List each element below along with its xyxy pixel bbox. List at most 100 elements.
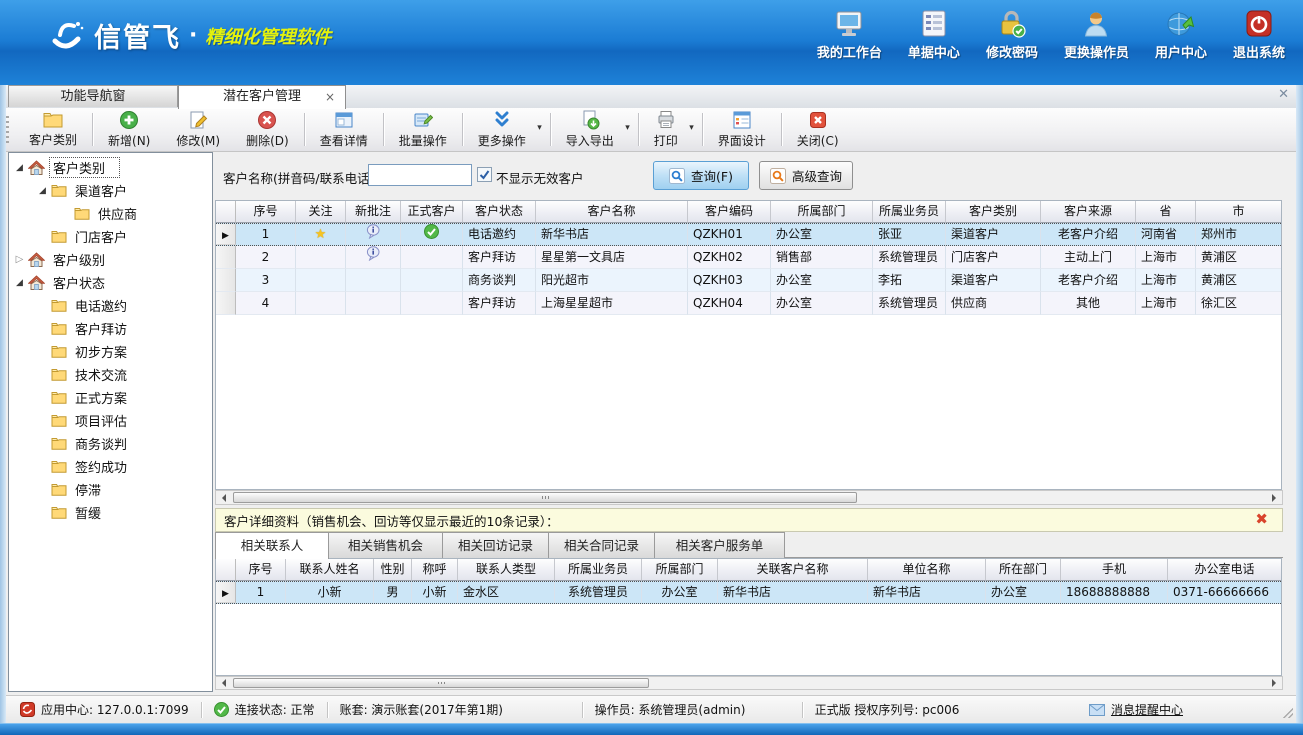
detail-tab-contract-records[interactable]: 相关合同记录 [548,532,655,558]
scroll-track[interactable] [231,677,1267,689]
cell-city[interactable]: 黄浦区 [1196,269,1282,292]
toolbar-grip[interactable] [6,116,9,143]
tree-item-9[interactable]: 技术交流 [9,363,212,386]
column-header-dept[interactable]: 所属部门 [771,201,873,223]
row-indicator[interactable]: ▶ [216,224,236,245]
toolbar-close-button[interactable]: 关闭(C) [784,108,852,151]
tab-potential-customer-mgmt[interactable]: 潜在客户管理 × [178,85,346,109]
cell-cname[interactable]: 小新 [286,582,374,603]
cell-salesman[interactable]: 系统管理员 [873,246,946,269]
header-action-change-password[interactable]: 修改密码 [986,10,1038,61]
toolbar-ui-design-button[interactable]: 界面设计 [705,108,779,151]
cell-code[interactable]: QZKH04 [688,292,771,315]
cell-code[interactable]: QZKH01 [688,224,771,245]
column-header-title[interactable]: 称呼 [412,559,458,581]
cell-dept[interactable]: 办公室 [771,269,873,292]
tree-item-12[interactable]: 商务谈判 [9,432,212,455]
cell-dept[interactable]: 办公室 [642,582,718,603]
column-header-seq[interactable]: 序号 [236,559,286,581]
cell-office[interactable]: 0371-66666666 [1168,582,1282,603]
scroll-left-arrow-icon[interactable] [216,491,231,504]
cell-status[interactable]: 客户拜访 [463,246,536,269]
cell-mobile[interactable]: 18688888888 [1061,582,1168,603]
customer-row-2[interactable]: 2客户拜访星星第一文具店QZKH02销售部系统管理员门店客户主动上门上海市黄浦区 [216,246,1281,269]
customer-name-input[interactable] [368,164,472,186]
tree-expander-icon[interactable]: ◢ [36,186,49,196]
message-center-link[interactable]: 消息提醒中心 [1077,702,1195,718]
cell-customer[interactable]: 新华书店 [718,582,868,603]
column-header-dept[interactable]: 所属部门 [642,559,718,581]
cell-seq[interactable]: 4 [236,292,296,315]
tree-item-2[interactable]: 供应商 [9,202,212,225]
column-header-source[interactable]: 客户来源 [1041,201,1136,223]
detail-tab-contacts[interactable]: 相关联系人 [215,532,329,559]
tree-item-15[interactable]: 暂缓 [9,501,212,524]
cell-status[interactable]: 商务谈判 [463,269,536,292]
scroll-track[interactable] [231,491,1267,504]
cell-code[interactable]: QZKH03 [688,269,771,292]
column-header-department[interactable]: 所在部门 [986,559,1061,581]
toolbar-batch-button[interactable]: 批量操作 [386,108,460,151]
cell-formal[interactable] [401,269,463,292]
column-header-star[interactable]: 关注 [296,201,346,223]
cell-title[interactable]: 小新 [412,582,458,603]
tree-item-4[interactable]: ▷客户级别 [9,248,212,271]
cell-seq[interactable]: 3 [236,269,296,292]
cell-salesman[interactable]: 系统管理员 [873,292,946,315]
cell-name[interactable]: 新华书店 [536,224,688,245]
cell-salesman[interactable]: 张亚 [873,224,946,245]
cell-category[interactable]: 渠道客户 [946,269,1041,292]
cell-dept[interactable]: 办公室 [771,292,873,315]
cell-source[interactable]: 其他 [1041,292,1136,315]
resize-grip[interactable] [1283,708,1293,718]
cell-city[interactable]: 徐汇区 [1196,292,1282,315]
column-header-company[interactable]: 单位名称 [868,559,986,581]
toolbar-add-button[interactable]: 新增(N) [95,108,163,151]
tree-item-8[interactable]: 初步方案 [9,340,212,363]
cell-formal[interactable] [401,292,463,315]
row-indicator[interactable]: ▶ [216,582,236,603]
detail-tab-sales-opportunities[interactable]: 相关销售机会 [328,532,443,558]
column-header-salesman[interactable]: 所属业务员 [873,201,946,223]
detail-tab-visit-records[interactable]: 相关回访记录 [442,532,549,558]
toolbar-edit-button[interactable]: 修改(M) [163,108,233,151]
cell-note[interactable] [346,292,401,315]
customer-row-1[interactable]: ▶1★电话邀约新华书店QZKH01办公室张亚渠道客户老客户介绍河南省郑州市 [216,223,1281,246]
cell-salesman[interactable]: 系统管理员 [555,582,642,603]
tree-item-11[interactable]: 项目评估 [9,409,212,432]
cell-code[interactable]: QZKH02 [688,246,771,269]
cell-province[interactable]: 上海市 [1136,269,1196,292]
cell-seq[interactable]: 1 [236,582,286,603]
toolbar-customer-category-button[interactable]: 客户类别 [16,108,90,151]
column-header-status[interactable]: 客户状态 [463,201,536,223]
tree-item-10[interactable]: 正式方案 [9,386,212,409]
cell-star[interactable] [296,269,346,292]
toolbar-import-export-button[interactable]: 导入导出 [553,108,636,151]
toolbar-view-detail-button[interactable]: 查看详情 [307,108,381,151]
contacts-grid-hscrollbar[interactable] [215,676,1283,690]
row-indicator[interactable] [216,292,236,315]
cell-ctype[interactable]: 金水区 [458,582,555,603]
cell-source[interactable]: 主动上门 [1041,246,1136,269]
cell-salesman[interactable]: 李拓 [873,269,946,292]
column-header-formal[interactable]: 正式客户 [401,201,463,223]
header-action-exit[interactable]: 退出系统 [1233,10,1285,61]
hide-invalid-checkbox[interactable] [477,167,492,182]
cell-source[interactable]: 老客户介绍 [1041,224,1136,245]
scroll-right-arrow-icon[interactable] [1267,677,1282,689]
column-header-seq[interactable]: 序号 [236,201,296,223]
cell-formal[interactable] [401,246,463,269]
tree-expander-icon[interactable]: ◢ [13,278,26,288]
cell-province[interactable]: 上海市 [1136,246,1196,269]
cell-category[interactable]: 渠道客户 [946,224,1041,245]
tree-expander-icon[interactable]: ◢ [13,163,26,173]
column-header-code[interactable]: 客户编码 [688,201,771,223]
tree-expander-icon[interactable]: ▷ [13,254,26,265]
cell-name[interactable]: 上海星星超市 [536,292,688,315]
cell-department[interactable]: 办公室 [986,582,1061,603]
cell-category[interactable]: 供应商 [946,292,1041,315]
detail-tab-service-orders[interactable]: 相关客户服务单 [654,532,785,558]
column-header-cname[interactable]: 联系人姓名 [286,559,374,581]
cell-dept[interactable]: 办公室 [771,224,873,245]
column-header-customer[interactable]: 关联客户名称 [718,559,868,581]
